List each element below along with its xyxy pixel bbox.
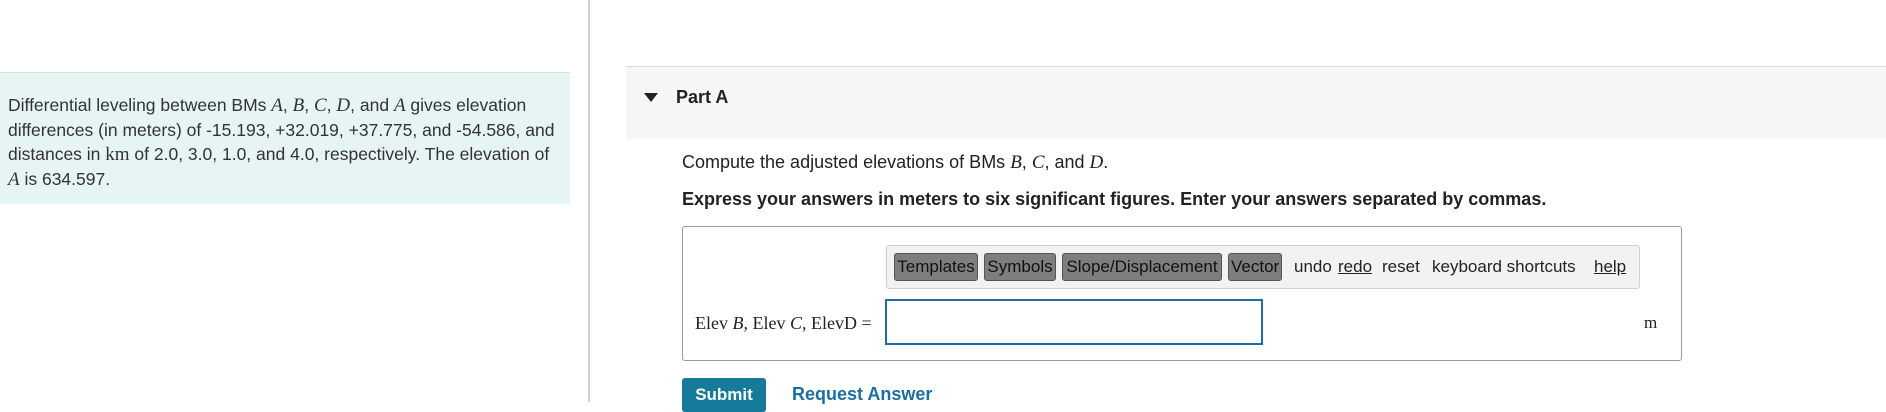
bm-b: B — [1010, 152, 1022, 173]
templates-button[interactable]: Templates — [894, 253, 978, 281]
bm-c: C — [1031, 152, 1045, 173]
label-elev: , Elev — [743, 313, 790, 333]
sep: , — [326, 95, 337, 115]
bm-a: A — [393, 95, 406, 116]
sep: , — [304, 95, 314, 115]
sep: , — [1021, 152, 1032, 172]
answer-instruction: Express your answers in meters to six si… — [682, 189, 1547, 209]
label-b: B — [732, 313, 744, 333]
bm-a: A — [8, 169, 20, 190]
keyboard-shortcuts-button[interactable]: keyboard shortcuts — [1432, 253, 1576, 281]
bm-c: C — [313, 95, 327, 116]
undo-button[interactable]: undo — [1294, 253, 1332, 281]
sep: , and — [1044, 152, 1090, 172]
bm-b: B — [292, 95, 305, 116]
slope-displacement-button[interactable]: Slope/Displacement — [1062, 253, 1222, 281]
answer-input[interactable] — [885, 299, 1263, 345]
redo-button[interactable]: redo — [1338, 253, 1372, 281]
problem-text-1: Differential leveling between BMs — [8, 95, 272, 115]
bm-d: D — [1089, 152, 1104, 173]
reset-button[interactable]: reset — [1382, 253, 1420, 281]
problem-statement: Differential leveling between BMs A, B , … — [0, 72, 570, 204]
question-prompt: Compute the adjusted elevations of BMs B… — [682, 152, 1108, 174]
problem-text-4: is 634.597. — [19, 169, 111, 189]
part-title: Part A — [676, 87, 729, 107]
prompt-text: Compute the adjusted elevations of BMs — [682, 152, 1011, 172]
unit-label: m — [1644, 313, 1658, 332]
sep: , — [282, 95, 293, 115]
symbols-button[interactable]: Symbols — [984, 253, 1056, 281]
answer-box: Templates Symbols Slope/Displacement Vec… — [682, 226, 1682, 361]
math-toolbar: Templates Symbols Slope/Displacement Vec… — [886, 245, 1640, 289]
part-a-header[interactable]: Part A — [626, 66, 1886, 139]
label-elev: , Elev — [802, 313, 845, 333]
problem-text-3: of 2.0, 3.0, 1.0, and 4.0, respectively.… — [129, 144, 550, 164]
sep: , and — [350, 95, 394, 115]
answer-label: Elev B, Elev C, ElevD = — [695, 313, 872, 334]
caret-down-icon[interactable] — [644, 93, 658, 102]
left-panel: Differential leveling between BMs A, B , … — [0, 0, 590, 402]
label-d: D — [844, 313, 858, 333]
bm-d: D — [336, 95, 351, 116]
vector-button[interactable]: Vector — [1228, 253, 1282, 281]
submit-button[interactable]: Submit — [682, 378, 766, 412]
bm-a: A — [271, 95, 283, 116]
label-elev: Elev — [695, 313, 733, 333]
unit-km: km — [105, 144, 130, 165]
label-c: C — [790, 313, 803, 333]
prompt-end: . — [1103, 152, 1109, 172]
help-button[interactable]: help — [1594, 253, 1626, 281]
label-equals: = — [857, 313, 872, 333]
